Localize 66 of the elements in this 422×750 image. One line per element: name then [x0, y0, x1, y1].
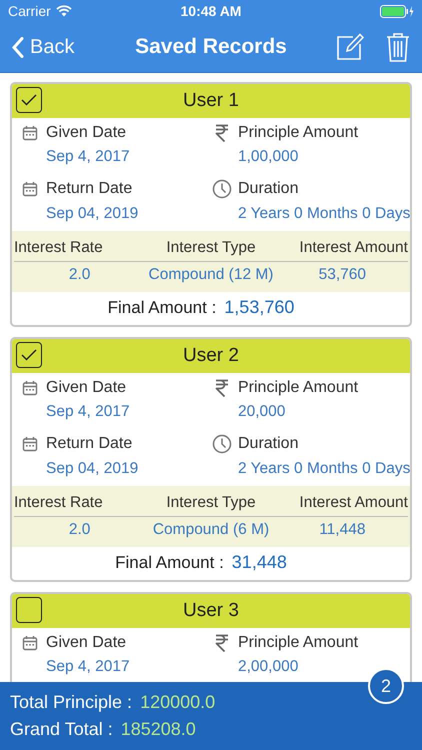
field-label: Given Date — [46, 634, 128, 652]
calendar-icon — [22, 180, 38, 196]
table-cell: Compound (6 M) — [152, 521, 270, 538]
checkmark-icon — [21, 94, 37, 106]
rupee-icon — [215, 634, 229, 652]
calendar-icon — [22, 436, 38, 452]
table-cell: 11,448 — [319, 521, 366, 538]
final-amount-value: 31,448 — [232, 552, 287, 573]
carrier-label: Carrier — [8, 3, 51, 19]
wifi-icon — [56, 5, 72, 17]
field-label: Given Date — [46, 379, 128, 397]
checkbox[interactable] — [16, 342, 42, 368]
field-value: Sep 04, 2019 — [46, 204, 140, 222]
table-cell: 2.0 — [68, 521, 90, 538]
rupee-icon — [215, 124, 229, 142]
field-label: Duration — [238, 180, 300, 198]
record-title: User 2 — [183, 345, 239, 367]
clock-time: 10:48 AM — [180, 3, 242, 19]
field-label: Principle Amount — [238, 634, 360, 652]
field-label: Return Date — [46, 180, 134, 198]
rupee-icon — [215, 379, 229, 397]
calendar-icon — [22, 125, 38, 141]
selected-count-badge: 2 — [368, 668, 404, 704]
total-value: 185208.0 — [120, 719, 196, 740]
record-title: User 3 — [183, 600, 239, 622]
field-value: 20,000 — [238, 403, 286, 421]
field-label: Return Date — [46, 434, 134, 452]
field-value: 2 Years 0 Months 0 Days — [238, 205, 410, 223]
column-header: Interest Type — [165, 494, 257, 512]
column-header: Interest Rate — [14, 494, 104, 512]
total-label: Total Principle : — [10, 692, 132, 713]
total-value: 120000.0 — [140, 692, 216, 713]
checkmark-icon — [21, 349, 37, 361]
table-cell: 2.0 — [68, 266, 90, 283]
column-header: Interest Amount — [298, 494, 408, 512]
column-header: Interest Type — [165, 239, 257, 257]
field-label: Given Date — [46, 124, 128, 142]
field-value: 2 Years 0 Months 0 Days — [238, 460, 410, 478]
column-header: Interest Amount — [298, 239, 408, 257]
field-value: Sep 4, 2017 — [46, 148, 131, 166]
final-amount-label: Final Amount : — [108, 298, 216, 318]
chevron-left-icon — [12, 36, 24, 58]
field-label: Duration — [238, 435, 300, 453]
field-value: Sep 04, 2019 — [46, 460, 140, 478]
record-title: User 1 — [183, 90, 239, 112]
final-amount-value: 1,53,760 — [224, 297, 294, 318]
column-header: Interest Rate — [14, 239, 104, 257]
field-value: Sep 4, 2017 — [46, 403, 131, 421]
checkbox[interactable] — [16, 597, 42, 623]
field-value: Sep 4, 2017 — [46, 658, 131, 676]
clock-icon — [212, 179, 232, 199]
final-amount-label: Final Amount : — [115, 553, 224, 573]
table-cell: 53,760 — [318, 266, 366, 283]
battery-icon — [380, 4, 414, 18]
calendar-icon — [22, 380, 38, 396]
field-value: 2,00,000 — [238, 658, 300, 676]
table-cell: Compound (12 M) — [148, 266, 274, 283]
clock-icon — [212, 434, 232, 454]
screen-title: Saved Records — [135, 35, 287, 58]
calendar-icon — [22, 635, 38, 651]
field-value: 1,00,000 — [238, 148, 300, 166]
checkbox[interactable] — [16, 87, 42, 113]
back-button[interactable]: Back — [8, 32, 78, 62]
field-label: Principle Amount — [238, 124, 360, 142]
total-label: Grand Total : — [10, 719, 113, 740]
field-label: Principle Amount — [238, 379, 360, 397]
